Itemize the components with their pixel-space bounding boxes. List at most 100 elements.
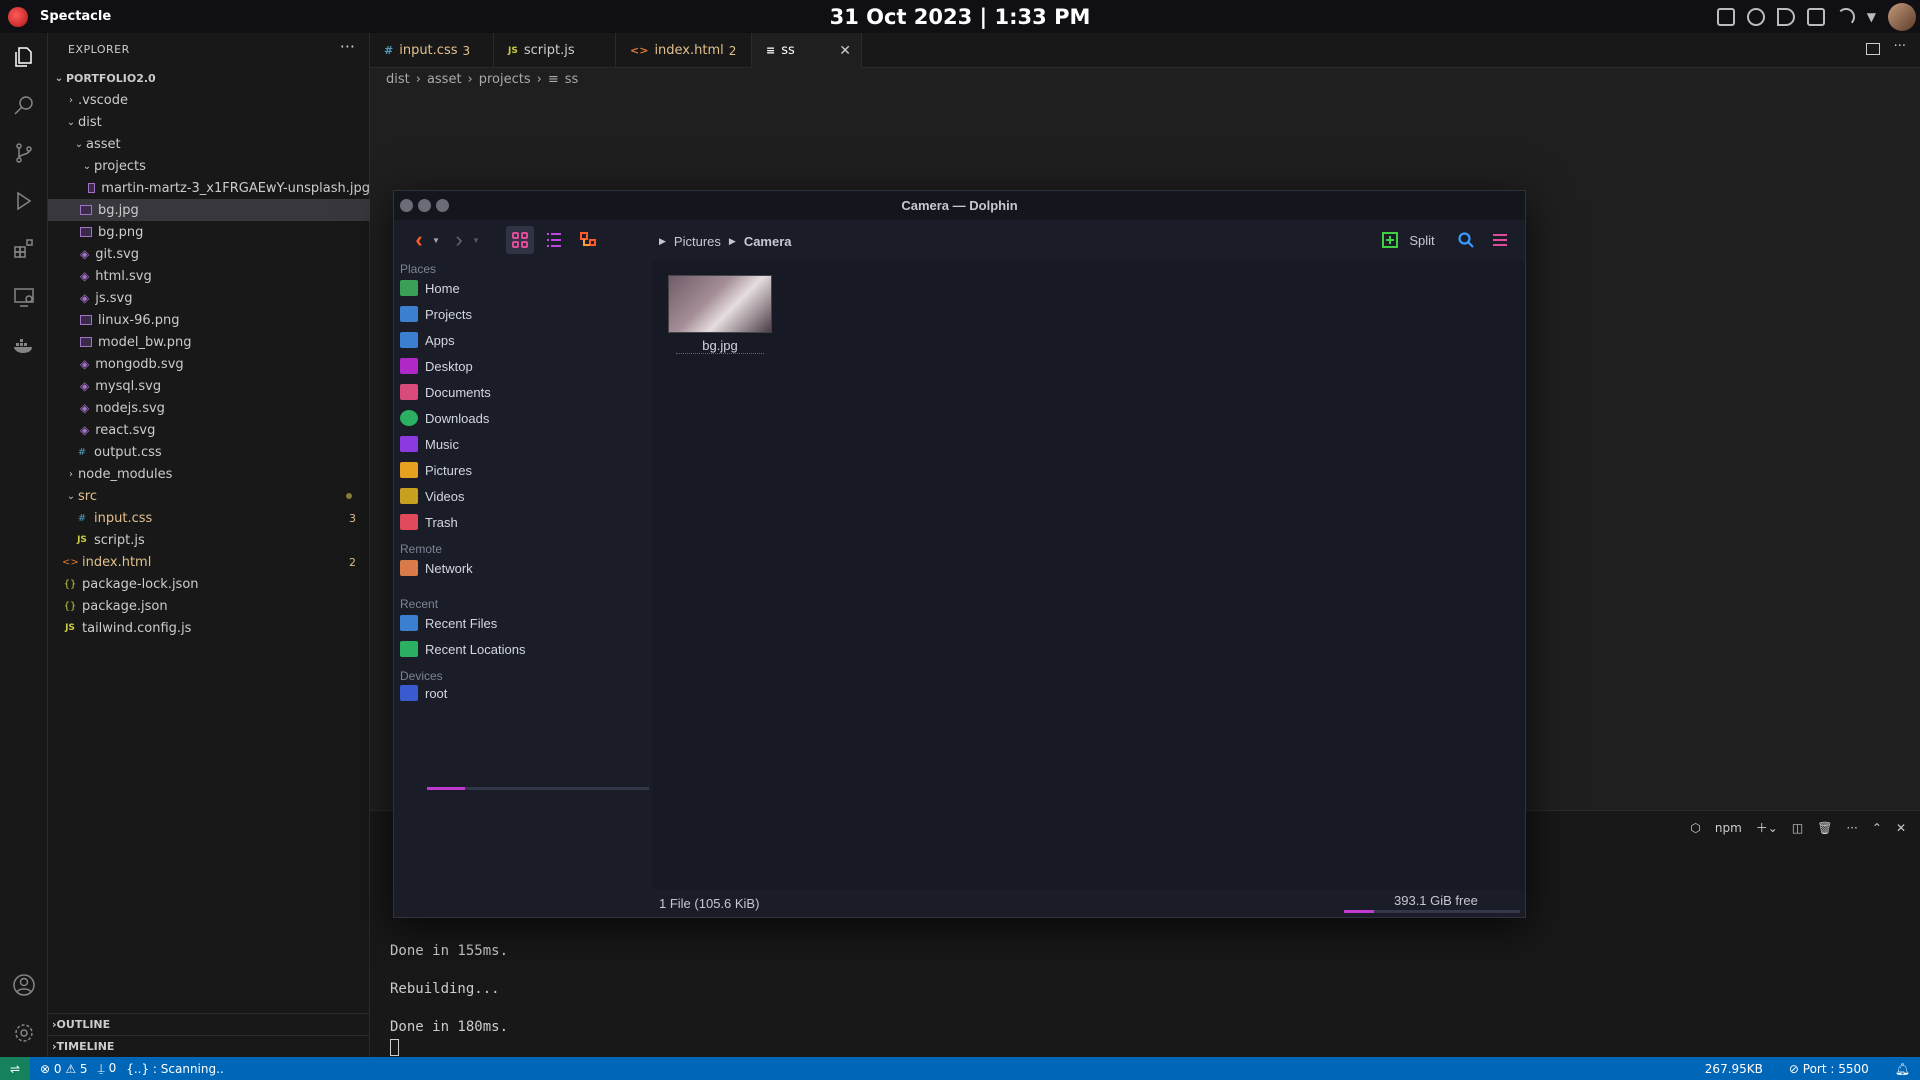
tree-file-git-svg[interactable]: ◈ git.svg: [48, 243, 370, 265]
place-home[interactable]: Home: [400, 276, 460, 300]
user-avatar[interactable]: [1888, 2, 1916, 31]
forward-arrow-icon[interactable]: ›: [448, 226, 470, 254]
place-music[interactable]: Music: [400, 432, 459, 456]
timeline-section[interactable]: › TIMELINE: [48, 1035, 370, 1057]
trash-icon[interactable]: 🗑: [1817, 821, 1832, 835]
tree-folder-node-modules[interactable]: › node_modules: [48, 463, 370, 485]
settings-gear-icon[interactable]: [12, 1021, 36, 1045]
tree-root-folder[interactable]: ⌄ PORTFOLIO2.0: [48, 67, 370, 89]
icons-view-icon[interactable]: [506, 226, 534, 254]
notifications-bell-icon[interactable]: 🔔︎: [1895, 1062, 1910, 1076]
place-recent-locations[interactable]: Recent Locations: [400, 637, 525, 661]
chevron-down-icon[interactable]: ▼: [430, 226, 442, 254]
file-size[interactable]: 267.95KB: [1705, 1062, 1763, 1076]
scanning-status[interactable]: {..} : Scanning..: [126, 1062, 224, 1076]
file-view[interactable]: [652, 260, 1525, 890]
place-projects[interactable]: Projects: [400, 302, 472, 326]
details-view-icon[interactable]: [540, 226, 568, 254]
display-icon[interactable]: [1806, 7, 1825, 26]
tree-folder-asset[interactable]: ⌄ asset: [48, 133, 370, 155]
tree-file-mysql-svg[interactable]: ◈ mysql.svg: [48, 375, 370, 397]
place-pictures[interactable]: Pictures: [400, 458, 472, 482]
account-icon[interactable]: [12, 973, 36, 997]
hamburger-menu-icon[interactable]: [1488, 226, 1512, 254]
chevron-down-icon[interactable]: ▼: [1867, 10, 1876, 24]
run-debug-icon[interactable]: [12, 189, 36, 213]
terminal-shell-label[interactable]: npm: [1715, 821, 1742, 835]
tree-file-index-html[interactable]: <> index.html 2: [48, 551, 370, 573]
remote-explorer-icon[interactable]: [12, 285, 36, 309]
errors-count[interactable]: ⊗ 0 ⚠ 5: [40, 1062, 88, 1076]
tree-file-html-svg[interactable]: ◈ html.svg: [48, 265, 370, 287]
active-app-name[interactable]: Spectacle: [40, 9, 111, 24]
breadcrumb-item[interactable]: Camera: [744, 234, 792, 249]
back-arrow-icon[interactable]: ‹: [408, 226, 430, 254]
clipboard-icon[interactable]: [1716, 7, 1735, 26]
tree-file-react-svg[interactable]: ◈ react.svg: [48, 419, 370, 441]
docker-icon[interactable]: [12, 333, 36, 357]
tree-file-package-json[interactable]: {} package.json: [48, 595, 370, 617]
remote-indicator-icon[interactable]: ⇌: [0, 1057, 30, 1080]
place-apps[interactable]: Apps: [400, 328, 455, 352]
explorer-more-button[interactable]: ···: [340, 37, 355, 56]
tab-ss[interactable]: ≡ ss ✕: [752, 33, 862, 68]
media-play-icon[interactable]: [1746, 7, 1765, 26]
dolphin-titlebar[interactable]: Camera — Dolphin: [394, 191, 1525, 220]
outline-section[interactable]: › OUTLINE: [48, 1013, 370, 1035]
place-recent-files[interactable]: Recent Files: [400, 611, 497, 635]
window-maximize-button[interactable]: [436, 199, 449, 212]
ports-count[interactable]: ⍊ 0: [98, 1061, 117, 1076]
file-name-label[interactable]: bg.jpg: [676, 338, 764, 354]
more-actions-icon[interactable]: ···: [1894, 39, 1906, 54]
maximize-panel-icon[interactable]: ⌃: [1872, 821, 1882, 835]
tree-file-mongodb-svg[interactable]: ◈ mongodb.svg: [48, 353, 370, 375]
tab-input-css[interactable]: # input.css 3: [370, 33, 494, 68]
tree-file-package-lock-json[interactable]: {} package-lock.json: [48, 573, 370, 595]
tree-file-bg-jpg[interactable]: bg.jpg: [48, 199, 370, 221]
tree-file-model-png[interactable]: model_bw.png: [48, 331, 370, 353]
place-downloads[interactable]: Downloads: [400, 406, 489, 430]
tree-folder-vscode[interactable]: › .vscode: [48, 89, 370, 111]
close-icon[interactable]: ✕: [1896, 821, 1906, 835]
breadcrumb-item[interactable]: Pictures: [674, 234, 721, 249]
tree-file-nodejs-svg[interactable]: ◈ nodejs.svg: [48, 397, 370, 419]
tree-folder-dist[interactable]: ⌄ dist: [48, 111, 370, 133]
tree-file-tailwind-config[interactable]: JS tailwind.config.js: [48, 617, 370, 639]
tree-file-script-js[interactable]: JS script.js: [48, 529, 370, 551]
place-documents[interactable]: Documents: [400, 380, 491, 404]
search-icon[interactable]: [1454, 226, 1478, 254]
volume-icon[interactable]: [1776, 7, 1795, 26]
breadcrumb-item[interactable]: asset: [427, 72, 462, 87]
free-space-label[interactable]: 393.1 GiB free: [1394, 893, 1478, 908]
chevron-down-icon[interactable]: ▼: [470, 226, 482, 254]
tree-file-input-css[interactable]: # input.css 3: [48, 507, 370, 529]
place-root-device[interactable]: root: [400, 681, 447, 705]
tree-file-martin-jpg[interactable]: martin-martz-3_x1FRGAEwY-unsplash.jpg: [48, 177, 370, 199]
file-thumbnail[interactable]: [668, 275, 772, 333]
tree-file-js-svg[interactable]: ◈ js.svg: [48, 287, 370, 309]
close-icon[interactable]: ✕: [839, 43, 851, 59]
tree-file-linux-png[interactable]: linux-96.png: [48, 309, 370, 331]
terminal-shell-icon[interactable]: ⬡: [1690, 821, 1700, 835]
new-terminal-icon[interactable]: ＋⌄: [1756, 819, 1778, 836]
extensions-icon[interactable]: [12, 237, 36, 261]
window-close-button[interactable]: [400, 199, 413, 212]
place-videos[interactable]: Videos: [400, 484, 465, 508]
tab-script-js[interactable]: JS script.js: [494, 33, 616, 68]
split-button[interactable]: Split: [1406, 226, 1438, 254]
more-actions-icon[interactable]: ···: [1846, 821, 1857, 835]
place-trash[interactable]: Trash: [400, 510, 458, 534]
live-server-port[interactable]: ⊘ Port : 5500: [1789, 1062, 1869, 1076]
tree-file-output-css[interactable]: # output.css: [48, 441, 370, 463]
place-network[interactable]: Network: [400, 556, 473, 580]
split-terminal-icon[interactable]: ◫: [1792, 821, 1803, 835]
files-explorer-icon[interactable]: [12, 45, 36, 69]
breadcrumb-item[interactable]: dist: [386, 72, 410, 87]
clock[interactable]: 31 Oct 2023 | 1:33 PM: [0, 5, 1920, 29]
tree-file-bg-png[interactable]: bg.png: [48, 221, 370, 243]
network-wifi-icon[interactable]: [1836, 7, 1855, 26]
split-view-icon[interactable]: [1379, 226, 1401, 254]
tree-folder-projects[interactable]: ⌄ projects: [48, 155, 370, 177]
tree-folder-src[interactable]: ⌄ src: [48, 485, 370, 507]
tab-index-html[interactable]: <> index.html 2: [616, 33, 752, 68]
